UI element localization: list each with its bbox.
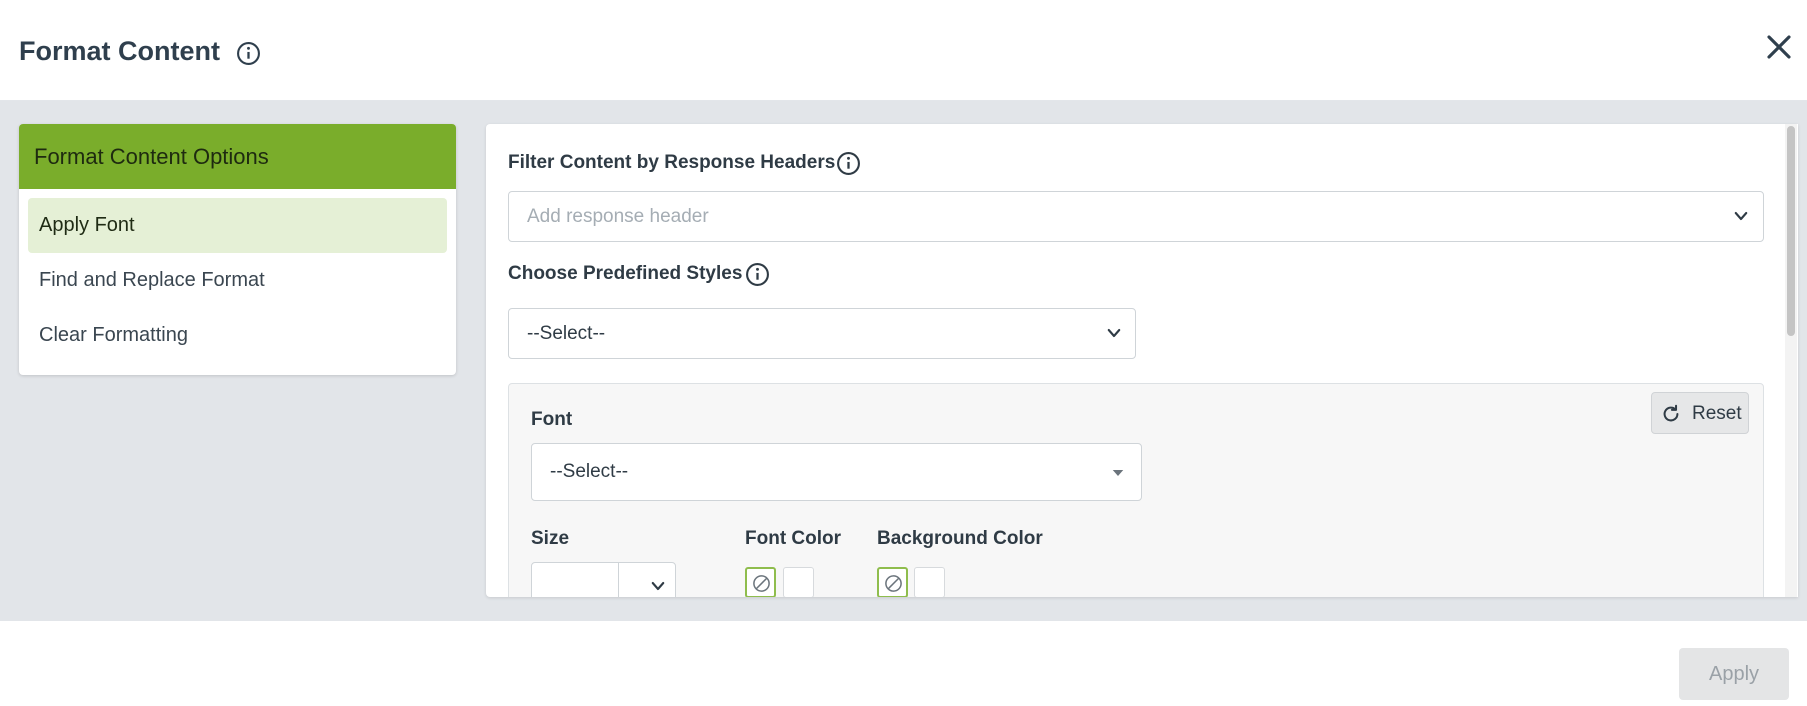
predefined-styles-label: Choose Predefined Styles bbox=[508, 263, 743, 284]
background-color-picker-swatch[interactable] bbox=[914, 567, 945, 597]
caret-down-icon bbox=[1112, 470, 1124, 476]
sidebar-heading: Format Content Options bbox=[19, 124, 456, 189]
response-header-placeholder: Add response header bbox=[527, 206, 709, 227]
size-input[interactable] bbox=[531, 562, 676, 597]
scrollbar-thumb[interactable] bbox=[1787, 126, 1795, 336]
dialog-header: Format Content bbox=[0, 0, 1807, 101]
sidebar-item-apply-font[interactable]: Apply Font bbox=[28, 198, 447, 253]
dialog-title: Format Content bbox=[19, 36, 220, 66]
main-scrollbar[interactable] bbox=[1785, 124, 1797, 597]
font-color-picker-swatch[interactable] bbox=[783, 567, 814, 597]
font-value: --Select-- bbox=[550, 461, 629, 482]
predefined-info-icon[interactable] bbox=[745, 262, 770, 287]
predefined-styles-select[interactable]: --Select-- bbox=[508, 308, 1136, 359]
reset-button[interactable]: Reset bbox=[1651, 392, 1749, 434]
sidebar-item-find-replace-format[interactable]: Find and Replace Format bbox=[28, 253, 447, 308]
font-color-label: Font Color bbox=[745, 528, 842, 549]
no-color-icon bbox=[885, 575, 902, 592]
font-select[interactable]: --Select-- bbox=[531, 443, 1142, 501]
info-icon[interactable] bbox=[236, 41, 261, 66]
filter-label: Filter Content by Response Headers bbox=[508, 152, 836, 173]
dialog-footer bbox=[0, 621, 1807, 706]
apply-button[interactable]: Apply bbox=[1679, 648, 1789, 700]
predefined-styles-value: --Select-- bbox=[527, 323, 606, 344]
chevron-down-icon bbox=[1734, 211, 1748, 221]
options-sidebar: Format Content Options Apply Font Find a… bbox=[19, 124, 456, 375]
background-color-none-swatch[interactable] bbox=[877, 567, 908, 597]
font-settings-box: Reset Font --Select-- Size Font Color Ba… bbox=[508, 383, 1764, 597]
close-icon[interactable] bbox=[1764, 32, 1794, 62]
chevron-down-icon[interactable] bbox=[649, 577, 667, 595]
sidebar-item-clear-formatting[interactable]: Clear Formatting bbox=[28, 308, 447, 363]
refresh-icon bbox=[1663, 404, 1679, 422]
size-label: Size bbox=[531, 528, 570, 549]
apply-font-panel: Filter Content by Response Headers Add r… bbox=[486, 124, 1798, 597]
filter-info-icon[interactable] bbox=[836, 151, 861, 176]
font-color-none-swatch[interactable] bbox=[745, 567, 776, 597]
reset-label: Reset bbox=[1692, 403, 1742, 424]
size-divider bbox=[618, 563, 619, 597]
font-label: Font bbox=[531, 409, 573, 430]
response-header-select[interactable]: Add response header bbox=[508, 191, 1764, 242]
chevron-down-icon bbox=[1107, 328, 1121, 338]
no-color-icon bbox=[753, 575, 770, 592]
background-color-label: Background Color bbox=[877, 528, 1043, 549]
